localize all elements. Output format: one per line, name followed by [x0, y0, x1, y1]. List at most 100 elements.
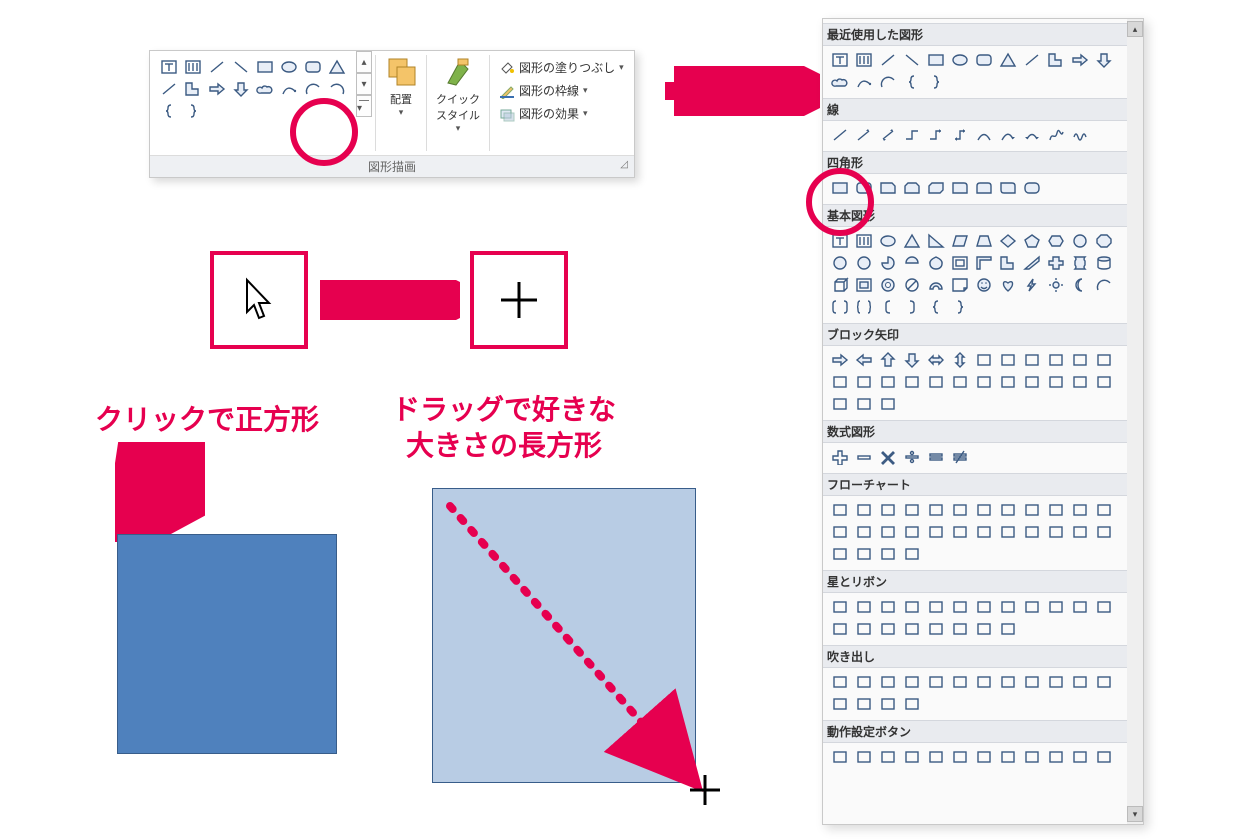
shape-line-callout1-accent[interactable] — [997, 672, 1019, 692]
shape-terminator[interactable] — [1021, 500, 1043, 520]
shape-right-bracket[interactable] — [901, 297, 923, 317]
shape-line-callout3[interactable] — [973, 672, 995, 692]
shape-display[interactable] — [901, 544, 923, 564]
shape-double-wave[interactable] — [997, 619, 1019, 639]
shape-arrow-ud[interactable] — [949, 350, 971, 370]
shape-line-callout1[interactable] — [925, 672, 947, 692]
shape-can[interactable] — [1093, 253, 1115, 273]
shape-round-single[interactable] — [949, 178, 971, 198]
shape-pie[interactable] — [877, 253, 899, 273]
shape-action-blank[interactable] — [1093, 747, 1115, 767]
shape-star16[interactable] — [1045, 597, 1067, 617]
shape-divide[interactable] — [901, 447, 923, 467]
shape-ribbon-curved-down[interactable] — [901, 619, 923, 639]
shape-curve[interactable] — [973, 125, 995, 145]
shape-arrow-left[interactable] — [853, 350, 875, 370]
shape-action-beginning[interactable] — [877, 747, 899, 767]
shape-collate[interactable] — [973, 522, 995, 542]
shape-fill-button[interactable]: 図形の塗りつぶし ▾ — [499, 59, 628, 76]
shape-brace-left[interactable] — [901, 72, 923, 92]
shape-lightning[interactable] — [1021, 275, 1043, 295]
shape-arrow-right[interactable] — [829, 350, 851, 370]
shape-brace-right[interactable] — [925, 72, 947, 92]
shape-star7[interactable] — [949, 597, 971, 617]
shape-left-bracket[interactable] — [877, 297, 899, 317]
shape-action-home[interactable] — [925, 747, 947, 767]
shape-circular[interactable] — [877, 394, 899, 414]
shape-data[interactable] — [901, 500, 923, 520]
shape-arrow-up[interactable] — [877, 350, 899, 370]
shape-no-symbol[interactable] — [901, 275, 923, 295]
shape-teardrop[interactable] — [925, 253, 947, 273]
shape-donut[interactable] — [877, 275, 899, 295]
shape-quad-arrow[interactable] — [973, 350, 995, 370]
shape-cross-arrow[interactable] — [829, 394, 851, 414]
shape-line-callout2[interactable] — [949, 672, 971, 692]
shape-heptagon[interactable] — [1069, 231, 1091, 251]
shape-star8[interactable] — [973, 597, 995, 617]
shape-l-shape[interactable] — [182, 79, 204, 99]
panel-scrollbar[interactable]: ▴ ▾ — [1127, 19, 1143, 824]
shape-callout-quad[interactable] — [1093, 372, 1115, 392]
shape-hexagon[interactable] — [1045, 231, 1067, 251]
shape-action-back[interactable] — [829, 747, 851, 767]
shape-arc-2[interactable] — [326, 79, 348, 99]
shape-dodecagon[interactable] — [853, 253, 875, 273]
shape-curved-left[interactable] — [877, 372, 899, 392]
shape-arrow-lr[interactable] — [925, 350, 947, 370]
shape-sun[interactable] — [1045, 275, 1067, 295]
shape-half-frame[interactable] — [973, 253, 995, 273]
shape-star32[interactable] — [1093, 597, 1115, 617]
shape-action-forward[interactable] — [853, 747, 875, 767]
shape-star24[interactable] — [1069, 597, 1091, 617]
shape-arrow-down[interactable] — [901, 350, 923, 370]
shape-oval[interactable] — [278, 57, 300, 77]
shape-triangle[interactable] — [901, 231, 923, 251]
shape-picture-placeholder[interactable] — [853, 231, 875, 251]
shape-line[interactable] — [1021, 50, 1043, 70]
shape-text-box[interactable] — [829, 50, 851, 70]
shape-lrud[interactable] — [997, 350, 1019, 370]
quick-style-button[interactable]: クイック スタイル ▾ — [430, 51, 486, 155]
shape-freeform[interactable] — [1045, 125, 1067, 145]
shape-or[interactable] — [949, 522, 971, 542]
shape-star12[interactable] — [1021, 597, 1043, 617]
shape-notched-right[interactable] — [973, 372, 995, 392]
shape-l-shape[interactable] — [997, 253, 1019, 273]
shape-oval[interactable] — [949, 50, 971, 70]
shape-arc[interactable] — [302, 79, 324, 99]
shape-rounded-rect[interactable] — [973, 50, 995, 70]
shape-rect-callout[interactable] — [829, 672, 851, 692]
shape-direct-access[interactable] — [877, 544, 899, 564]
shape-action-return[interactable] — [973, 747, 995, 767]
shape-line[interactable] — [829, 125, 851, 145]
shape-round-all[interactable] — [1021, 178, 1043, 198]
shape-double-bracket[interactable] — [829, 297, 851, 317]
shape-explosion1[interactable] — [829, 597, 851, 617]
shape-elbow-arrow[interactable] — [925, 125, 947, 145]
shape-text-box[interactable] — [158, 57, 180, 77]
shape-wave[interactable] — [973, 619, 995, 639]
shape-line[interactable] — [206, 57, 228, 77]
shape-effects-button[interactable]: 図形の効果 ▾ — [499, 105, 628, 122]
shape-chevron[interactable] — [1021, 372, 1043, 392]
shape-parallelogram[interactable] — [949, 231, 971, 251]
shape-octagon[interactable] — [1093, 231, 1115, 251]
shape-action-help[interactable] — [1069, 747, 1091, 767]
shape-line-callout1-noborder[interactable] — [1069, 672, 1091, 692]
shape-multiply[interactable] — [877, 447, 899, 467]
shape-alt-process[interactable] — [853, 500, 875, 520]
shape-star5[interactable] — [901, 597, 923, 617]
shape-action-document[interactable] — [1021, 747, 1043, 767]
shape-cube[interactable] — [829, 275, 851, 295]
shape-magnetic-disk[interactable] — [853, 544, 875, 564]
shape-decision[interactable] — [877, 500, 899, 520]
shape-connector-curve[interactable] — [853, 72, 875, 92]
shape-off-page[interactable] — [853, 522, 875, 542]
shape-striped-right[interactable] — [949, 372, 971, 392]
shape-line-callout1-border-accent[interactable] — [853, 694, 875, 714]
shape-seq-access[interactable] — [829, 544, 851, 564]
shape-bent-r[interactable] — [1045, 350, 1067, 370]
shape-elbow[interactable] — [901, 125, 923, 145]
shape-punched-tape[interactable] — [901, 522, 923, 542]
